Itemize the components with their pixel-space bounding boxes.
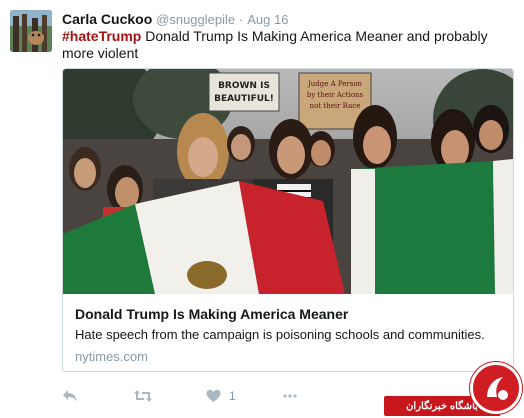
watermark-logo-icon (470, 362, 522, 414)
hashtag-link[interactable]: #hateTrump (62, 28, 141, 44)
card-description: Hate speech from the campaign is poisoni… (75, 327, 485, 342)
author-handle[interactable]: @snugglepile (156, 12, 235, 27)
link-card[interactable]: BROWN IS BEAUTIFUL! Judge A Person by th… (62, 68, 514, 372)
card-image[interactable]: BROWN IS BEAUTIFUL! Judge A Person by th… (63, 69, 513, 294)
tweet-text: #hateTrump Donald Trump Is Making Americ… (62, 28, 507, 62)
retweet-icon (134, 389, 152, 403)
more-button[interactable] (282, 386, 298, 406)
heart-icon (206, 389, 221, 403)
author-name[interactable]: Carla Cuckoo (62, 11, 152, 27)
tweet-header: Carla Cuckoo @snugglepile · Aug 16 (62, 10, 288, 29)
avatar[interactable] (10, 10, 52, 52)
svg-text:BROWN IS: BROWN IS (218, 81, 270, 91)
watermark: باشگاه خبرنگاران (384, 360, 524, 418)
reply-icon (62, 389, 78, 403)
timestamp[interactable]: Aug 16 (247, 12, 288, 27)
more-icon (282, 389, 298, 403)
like-button[interactable]: 1 (206, 386, 236, 406)
svg-text:by their Actions: by their Actions (307, 91, 364, 99)
card-title: Donald Trump Is Making America Meaner (75, 306, 349, 322)
like-count: 1 (229, 389, 236, 403)
svg-text:not their Race: not their Race (310, 102, 361, 110)
svg-text:Judge A Person: Judge A Person (307, 80, 363, 88)
tweet: Carla Cuckoo @snugglepile · Aug 16 #hate… (0, 0, 524, 418)
reply-button[interactable] (62, 386, 78, 406)
retweet-button[interactable] (134, 386, 152, 406)
tweet-actions: 1 (62, 386, 322, 406)
separator: · (239, 12, 244, 27)
svg-text:BEAUTIFUL!: BEAUTIFUL! (214, 94, 274, 104)
